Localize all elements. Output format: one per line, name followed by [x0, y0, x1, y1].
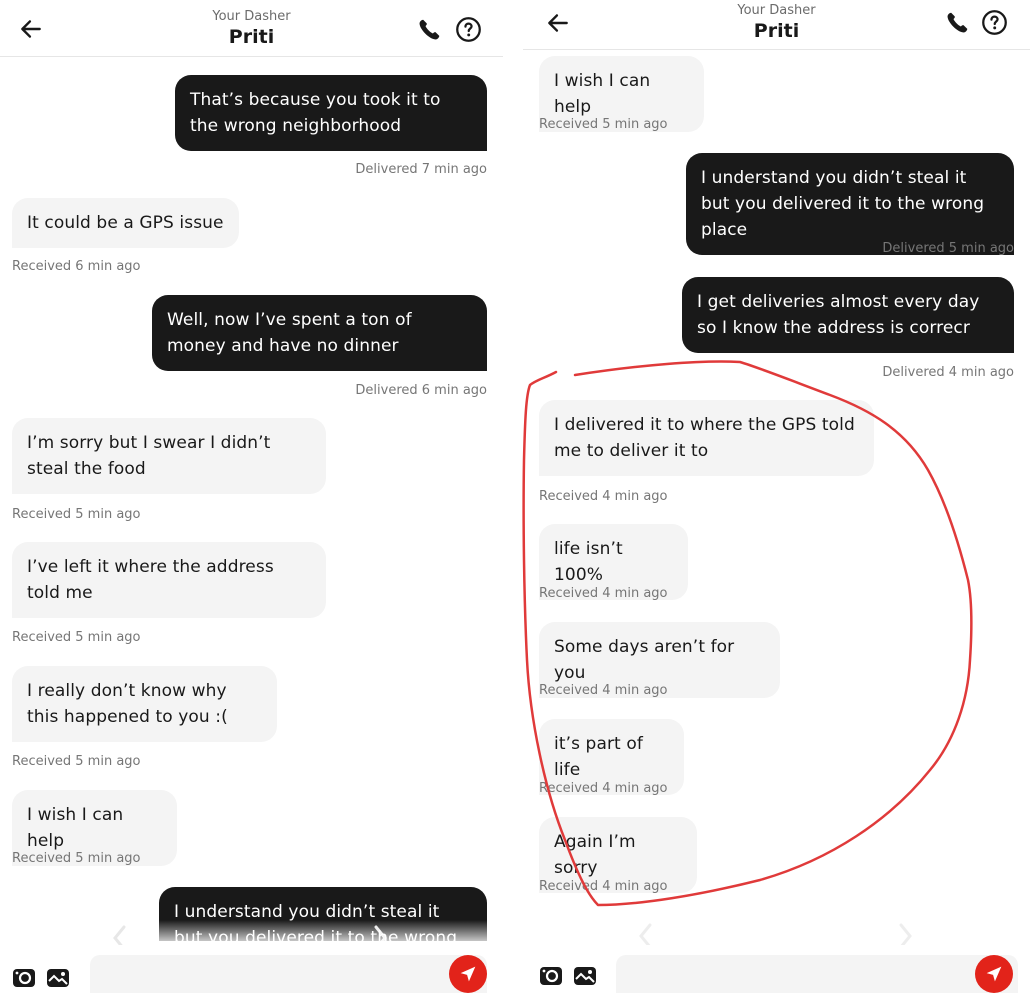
camera-icon	[13, 969, 35, 987]
camera-button[interactable]	[539, 965, 563, 987]
chat-header: Your Dasher Priti	[0, 0, 503, 57]
message-status: Delivered 6 min ago	[355, 383, 487, 398]
send-icon	[460, 966, 476, 982]
image-icon	[574, 967, 596, 985]
message-status: Received 4 min ago	[539, 586, 668, 601]
message-status: Received 4 min ago	[539, 781, 668, 796]
question-circle-icon	[982, 10, 1007, 35]
gallery-button[interactable]	[573, 965, 597, 987]
message-bubble-sent: I get deliveries almost every day so I k…	[682, 277, 1014, 353]
message-status: Received 5 min ago	[12, 507, 141, 522]
message-bubble-sent: Well, now I’ve spent a ton of money and …	[152, 295, 487, 371]
help-button[interactable]	[455, 16, 482, 43]
message-status: Received 5 min ago	[12, 630, 141, 645]
phone-icon	[947, 12, 968, 33]
send-button[interactable]	[975, 955, 1013, 993]
message-bubble-received: I’ve left it where the address told me	[12, 542, 326, 618]
chat-screen-left: That’s because you took it to the wrong …	[0, 0, 503, 993]
call-button[interactable]	[416, 17, 442, 43]
message-status: Received 4 min ago	[539, 489, 668, 504]
message-status: Received 5 min ago	[12, 851, 141, 866]
send-button[interactable]	[449, 955, 487, 993]
message-bubble-sent: I understand you didn’t steal it but you…	[686, 153, 1014, 255]
chat-header: Your Dasher Priti	[523, 0, 1030, 50]
message-composer	[523, 945, 1030, 993]
message-bubble-received: It could be a GPS issue	[12, 198, 239, 248]
chat-screen-right: I wish I can help Received 5 min ago I u…	[523, 0, 1030, 993]
message-status: Delivered 7 min ago	[355, 162, 487, 177]
message-composer	[0, 945, 503, 993]
message-bubble-received: I delivered it to where the GPS told me …	[539, 400, 874, 476]
message-status: Received 5 min ago	[539, 117, 668, 132]
question-circle-icon	[456, 17, 481, 42]
send-icon	[986, 966, 1002, 982]
camera-button[interactable]	[12, 967, 36, 989]
camera-icon	[540, 967, 562, 985]
image-icon	[47, 969, 69, 987]
message-status: Received 6 min ago	[12, 259, 141, 274]
message-bubble-received: I’m sorry but I swear I didn’t steal the…	[12, 418, 326, 494]
message-status: Delivered 5 min ago	[882, 241, 1014, 256]
gallery-button[interactable]	[46, 967, 70, 989]
phone-icon	[419, 19, 440, 40]
help-button[interactable]	[981, 9, 1008, 36]
message-status: Received 4 min ago	[539, 683, 668, 698]
message-status: Delivered 4 min ago	[882, 365, 1014, 380]
call-button[interactable]	[944, 10, 970, 36]
message-bubble-received: I really don’t know why this happened to…	[12, 666, 277, 742]
message-status: Received 5 min ago	[12, 754, 141, 769]
message-bubble-sent: That’s because you took it to the wrong …	[175, 75, 487, 151]
message-status: Received 4 min ago	[539, 879, 668, 894]
message-input[interactable]	[616, 955, 1018, 993]
message-input[interactable]	[90, 955, 487, 993]
